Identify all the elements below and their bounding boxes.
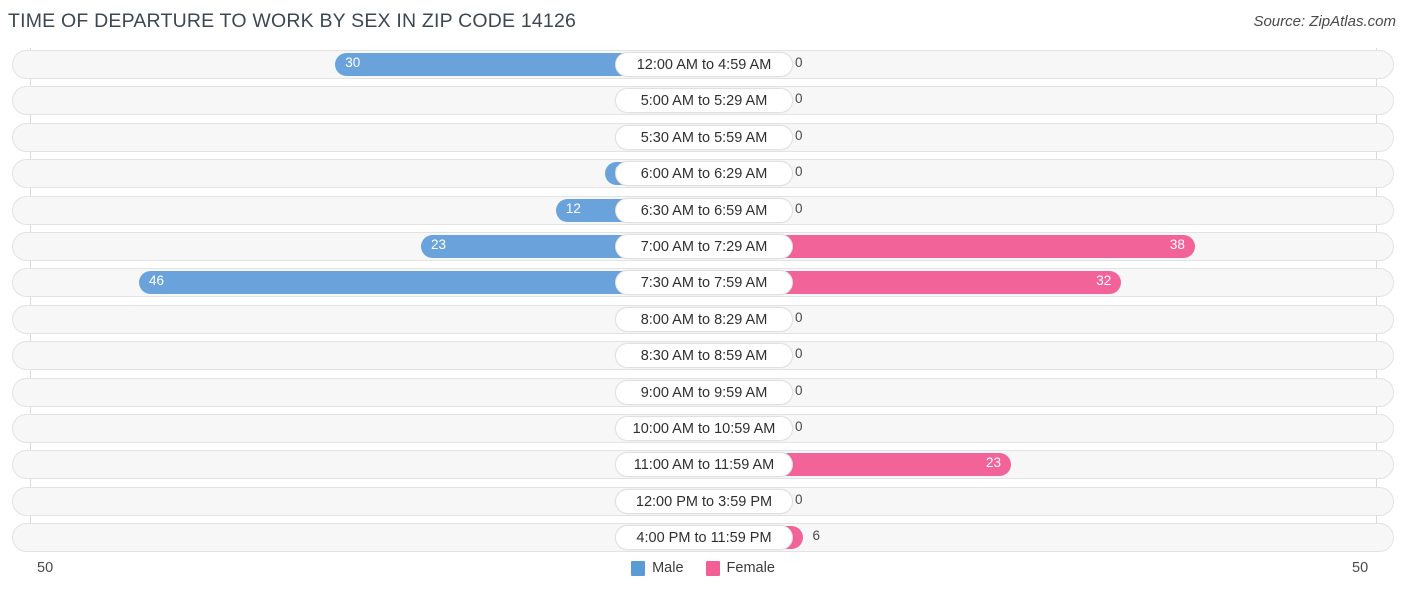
bar-value-female: 0 bbox=[795, 382, 803, 398]
category-label: 12:00 PM to 3:59 PM bbox=[615, 488, 793, 514]
bar-value-female: 0 bbox=[795, 491, 803, 507]
bar-value-female: 32 bbox=[1096, 273, 1112, 289]
diverging-bar-plot: 30012:00 AM to 4:59 AM005:00 AM to 5:29 … bbox=[0, 48, 1406, 558]
table-row: 0010:00 AM to 10:59 AM bbox=[12, 414, 1394, 443]
bar-value-female: 0 bbox=[795, 164, 803, 180]
legend-item-female[interactable]: Female bbox=[705, 560, 775, 576]
category-label: 7:30 AM to 7:59 AM bbox=[615, 270, 793, 296]
bar-female bbox=[729, 235, 1195, 258]
table-row: 509:00 AM to 9:59 AM bbox=[12, 377, 1394, 407]
category-label: 5:00 AM to 5:29 AM bbox=[615, 88, 793, 114]
chart-legend: Male Female bbox=[0, 560, 1406, 576]
table-row: 005:30 AM to 5:59 AM bbox=[12, 122, 1394, 152]
legend-swatch-icon bbox=[631, 560, 646, 576]
bar-value-male: 46 bbox=[149, 273, 165, 289]
legend-item-male[interactable]: Male bbox=[631, 560, 684, 576]
category-label: 12:00 AM to 4:59 AM bbox=[615, 52, 793, 77]
page-title: TIME OF DEPARTURE TO WORK BY SEX IN ZIP … bbox=[8, 10, 577, 32]
chart-page: TIME OF DEPARTURE TO WORK BY SEX IN ZIP … bbox=[0, 0, 1406, 595]
bar-value-male: 23 bbox=[431, 237, 447, 252]
table-row: 064:00 PM to 11:59 PM bbox=[12, 523, 1394, 553]
chart-header: TIME OF DEPARTURE TO WORK BY SEX IN ZIP … bbox=[0, 0, 1406, 44]
table-row: 806:00 AM to 6:29 AM bbox=[12, 159, 1394, 189]
bar-value-female: 0 bbox=[795, 55, 803, 70]
source-attribution: Source: ZipAtlas.com bbox=[1253, 13, 1396, 30]
bar-value-male: 12 bbox=[565, 200, 581, 216]
bar-value-female: 0 bbox=[795, 200, 803, 216]
table-row: 30 0 12:00 AM to 4:59 AM bbox=[12, 50, 1394, 79]
bar-value-female: 38 bbox=[1169, 237, 1185, 252]
category-label: 5:30 AM to 5:59 AM bbox=[615, 124, 793, 150]
category-label: 7:00 AM to 7:29 AM bbox=[615, 234, 793, 259]
chart-footer: 50 50 Male Female bbox=[0, 552, 1406, 592]
bar-value-female: 0 bbox=[795, 419, 803, 434]
category-label: 6:00 AM to 6:29 AM bbox=[615, 161, 793, 187]
category-label: 10:00 AM to 10:59 AM bbox=[615, 416, 793, 441]
category-label: 9:00 AM to 9:59 AM bbox=[615, 379, 793, 405]
legend-label: Female bbox=[726, 560, 775, 576]
legend-swatch-icon bbox=[705, 560, 720, 576]
bar-value-female: 0 bbox=[795, 127, 803, 143]
bar-value-male: 30 bbox=[345, 55, 361, 70]
bar-value-female: 6 bbox=[812, 528, 821, 544]
bar-value-female: 0 bbox=[795, 346, 803, 362]
table-row: 0012:00 PM to 3:59 PM bbox=[12, 486, 1394, 516]
bar-value-female: 23 bbox=[985, 455, 1001, 471]
table-row: 02311:00 AM to 11:59 AM bbox=[12, 450, 1394, 480]
table-row: 12 0 6:30 AM to 6:59 AM bbox=[12, 195, 1394, 225]
category-label: 6:30 AM to 6:59 AM bbox=[615, 197, 793, 223]
category-label: 8:30 AM to 8:59 AM bbox=[615, 343, 793, 369]
legend-label: Male bbox=[652, 560, 684, 576]
category-label: 11:00 AM to 11:59 AM bbox=[615, 452, 793, 478]
bar-value-female: 0 bbox=[795, 91, 803, 107]
bar-value-female: 0 bbox=[795, 309, 803, 325]
table-row: 008:30 AM to 8:59 AM bbox=[12, 341, 1394, 371]
category-label: 8:00 AM to 8:29 AM bbox=[615, 306, 793, 332]
category-label: 4:00 PM to 11:59 PM bbox=[615, 525, 793, 551]
table-row: 008:00 AM to 8:29 AM bbox=[12, 304, 1394, 334]
table-row: 23 38 7:00 AM to 7:29 AM bbox=[12, 232, 1394, 261]
table-row: 005:00 AM to 5:29 AM bbox=[12, 86, 1394, 116]
table-row: 46 32 7:30 AM to 7:59 AM bbox=[12, 268, 1394, 298]
